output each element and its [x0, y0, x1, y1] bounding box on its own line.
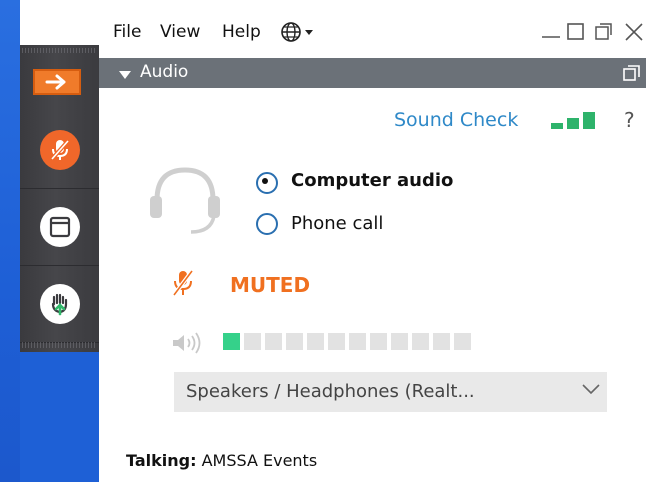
- level-segment: [433, 333, 450, 350]
- speaker-icon: [170, 332, 206, 358]
- level-segment: [349, 333, 366, 350]
- mic-muted-icon: [172, 268, 194, 302]
- menu-help[interactable]: Help: [222, 22, 261, 42]
- rail-grip-top: [22, 48, 97, 53]
- raise-hand-icon: [51, 293, 67, 316]
- level-segment: [286, 333, 303, 350]
- speaker-select-value[interactable]: Speakers / Headphones (Realt...: [186, 381, 475, 402]
- panel-title: Audio: [140, 62, 189, 82]
- layout-button[interactable]: [20, 189, 99, 266]
- muted-status: MUTED: [230, 273, 311, 297]
- talking-label: Talking:: [126, 451, 197, 470]
- desktop-background-strip: [0, 0, 20, 482]
- close-icon[interactable]: [623, 21, 645, 48]
- level-segment: [412, 333, 429, 350]
- computer-audio-radio[interactable]: [256, 172, 278, 194]
- level-segment: [391, 333, 408, 350]
- maximize-icon[interactable]: [566, 22, 586, 47]
- headset-icon: [145, 158, 225, 242]
- level-segment: [244, 333, 261, 350]
- menu-view[interactable]: View: [160, 22, 200, 42]
- help-icon[interactable]: ?: [624, 108, 635, 132]
- arrow-right-icon: [45, 74, 66, 90]
- level-segment: [454, 333, 471, 350]
- phone-call-label[interactable]: Phone call: [291, 213, 383, 234]
- popout-icon[interactable]: [622, 64, 642, 88]
- level-segment: [223, 333, 240, 350]
- sound-check-link[interactable]: Sound Check: [394, 109, 518, 131]
- minimize-icon[interactable]: [540, 17, 562, 46]
- rail-grip-bottom: [22, 342, 97, 348]
- signal-bars-icon: [551, 110, 607, 136]
- mic-muted-icon: [50, 139, 69, 161]
- menu-file[interactable]: File: [113, 22, 141, 42]
- talking-name: AMSSA Events: [201, 451, 318, 470]
- desktop-background-below-rail: [20, 352, 99, 482]
- level-segment: [328, 333, 345, 350]
- computer-audio-label[interactable]: Computer audio: [291, 170, 453, 191]
- restore-icon[interactable]: [593, 21, 615, 48]
- window-layout-icon: [49, 216, 70, 238]
- phone-call-radio[interactable]: [256, 213, 278, 235]
- collapse-panel-button[interactable]: [33, 69, 81, 95]
- talking-indicator: Talking: AMSSA Events: [126, 451, 317, 470]
- raise-hand-button[interactable]: [20, 266, 99, 343]
- chevron-down-icon[interactable]: [581, 380, 601, 401]
- collapse-triangle-icon[interactable]: [118, 66, 132, 85]
- language-menu[interactable]: [279, 20, 327, 48]
- level-segment: [265, 333, 282, 350]
- level-segment: [370, 333, 387, 350]
- level-segment: [307, 333, 324, 350]
- output-level-meter: [223, 333, 471, 350]
- mute-mic-button[interactable]: [20, 112, 99, 189]
- globe-icon: [281, 22, 313, 42]
